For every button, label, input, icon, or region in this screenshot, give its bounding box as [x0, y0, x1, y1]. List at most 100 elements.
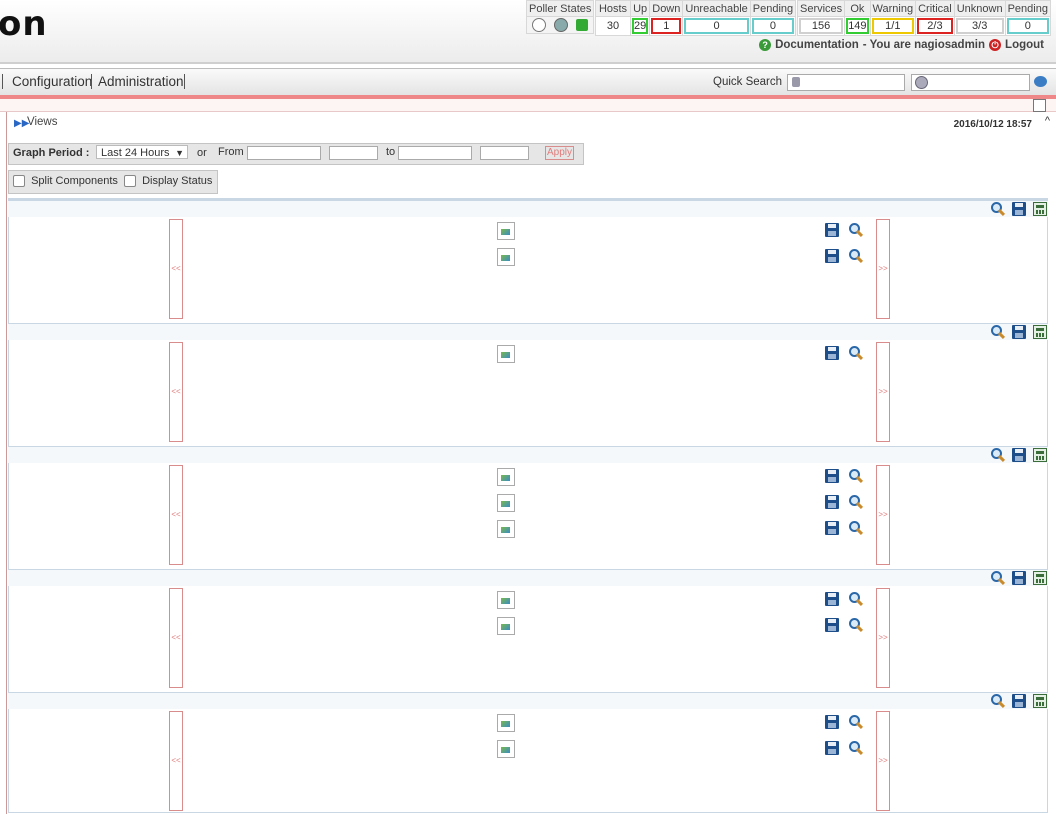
zoom-graph-icon[interactable] [849, 715, 863, 729]
save-graph-icon[interactable] [825, 592, 839, 606]
zoom-icon[interactable] [991, 325, 1005, 339]
services-total[interactable]: 156 [799, 18, 844, 34]
csv-export-icon[interactable] [1033, 448, 1047, 462]
save-icon[interactable] [1012, 325, 1026, 339]
service-search-input[interactable] [911, 74, 1030, 91]
graph-image [497, 740, 515, 758]
split-components-checkbox[interactable] [13, 175, 25, 188]
zoom-graph-icon[interactable] [849, 521, 863, 535]
search-go-icon[interactable] [1034, 76, 1047, 87]
display-status-checkbox[interactable] [124, 175, 136, 188]
next-period-button[interactable]: >> [876, 588, 890, 688]
menu-item-administration[interactable]: Administration [98, 74, 184, 89]
graph-image [497, 714, 515, 732]
from-time-input[interactable] [329, 146, 378, 160]
zoom-icon[interactable] [991, 448, 1005, 462]
panel-header [8, 692, 1048, 709]
panel-header [8, 569, 1048, 586]
save-graph-icon[interactable] [825, 715, 839, 729]
csv-export-icon[interactable] [1033, 202, 1047, 216]
prev-period-button[interactable]: << [169, 219, 183, 319]
save-graph-icon[interactable] [825, 469, 839, 483]
save-icon[interactable] [1012, 571, 1026, 585]
hosts-up-count[interactable]: 29 [632, 18, 649, 34]
graph-image [497, 248, 515, 266]
services-pending-count[interactable]: 0 [1006, 18, 1049, 34]
zoom-graph-icon[interactable] [849, 469, 863, 483]
save-graph-icon[interactable] [825, 495, 839, 509]
menu-separator [2, 74, 3, 89]
zoom-icon[interactable] [991, 571, 1005, 585]
hosts-pending-label: Pending [749, 0, 797, 17]
hosts-unreachable-count[interactable]: 0 [684, 18, 749, 34]
menu-item-configuration[interactable]: Configuration [12, 74, 92, 89]
graph-image [497, 222, 515, 240]
next-period-button[interactable]: >> [876, 219, 890, 319]
hosts-pending-count[interactable]: 0 [751, 18, 795, 34]
prev-period-button[interactable]: << [169, 588, 183, 688]
user-bar: ? Documentation - You are nagiosadmin ⏻ … [759, 39, 1044, 51]
hosts-down-count[interactable]: 1 [651, 18, 682, 34]
period-select[interactable]: Last 24 Hours ▼ [96, 145, 188, 159]
toggle-menu-icon[interactable] [1033, 99, 1046, 112]
csv-export-icon[interactable] [1033, 571, 1047, 585]
services-unknown-label: Unknown [953, 0, 1006, 17]
collapse-chevron-icon[interactable]: ^ [1045, 115, 1050, 127]
save-graph-icon[interactable] [825, 521, 839, 535]
display-status-option[interactable]: Display Status [124, 175, 212, 188]
views-title: Views [27, 116, 58, 128]
panel-header [8, 323, 1048, 340]
hosts-down-label: Down [649, 0, 684, 17]
from-date-input[interactable] [247, 146, 321, 160]
to-date-input[interactable] [398, 146, 472, 160]
services-ok-count[interactable]: 149 [846, 18, 869, 34]
save-icon[interactable] [1012, 202, 1026, 216]
save-icon[interactable] [1012, 448, 1026, 462]
next-period-button[interactable]: >> [876, 711, 890, 811]
graph-image [497, 494, 515, 512]
prev-period-button[interactable]: << [169, 465, 183, 565]
database-status-icon[interactable] [532, 18, 547, 32]
zoom-graph-icon[interactable] [849, 495, 863, 509]
hosts-up-label: Up [629, 0, 651, 17]
hosts-total[interactable]: 30 [597, 18, 629, 34]
save-icon[interactable] [1012, 694, 1026, 708]
logo: on [0, 4, 48, 44]
gear-status-icon[interactable] [554, 18, 569, 32]
documentation-link[interactable]: Documentation [775, 39, 859, 51]
save-graph-icon[interactable] [825, 741, 839, 755]
csv-export-icon[interactable] [1033, 325, 1047, 339]
zoom-graph-icon[interactable] [849, 592, 863, 606]
zoom-graph-icon[interactable] [849, 741, 863, 755]
quick-search-label: Quick Search [713, 76, 783, 88]
graphs-container [8, 198, 1048, 813]
hosts-stats: Hosts Up Down Unreachable Pending 30 29 … [595, 0, 797, 36]
quick-search-input[interactable] [787, 74, 905, 91]
zoom-graph-icon[interactable] [849, 346, 863, 360]
to-time-input[interactable] [480, 146, 529, 160]
split-components-option[interactable]: Split Components [13, 175, 118, 188]
zoom-graph-icon[interactable] [849, 249, 863, 263]
prev-period-button[interactable]: << [169, 711, 183, 811]
next-period-button[interactable]: >> [876, 465, 890, 565]
csv-export-icon[interactable] [1033, 694, 1047, 708]
services-warning-count[interactable]: 1/1 [871, 18, 915, 34]
save-graph-icon[interactable] [825, 346, 839, 360]
services-unknown-count[interactable]: 3/3 [955, 18, 1004, 34]
to-label: to [386, 146, 396, 158]
zoom-graph-icon[interactable] [849, 618, 863, 632]
zoom-graph-icon[interactable] [849, 223, 863, 237]
zoom-icon[interactable] [991, 694, 1005, 708]
poller-status-icon[interactable] [576, 19, 589, 31]
services-warning-label: Warning [869, 0, 917, 17]
save-graph-icon[interactable] [825, 249, 839, 263]
save-graph-icon[interactable] [825, 618, 839, 632]
logout-link[interactable]: Logout [1005, 39, 1044, 51]
next-period-button[interactable]: >> [876, 342, 890, 442]
user-text: - You are nagiosadmin [862, 39, 986, 51]
apply-button[interactable]: Apply [545, 146, 575, 160]
prev-period-button[interactable]: << [169, 342, 183, 442]
save-graph-icon[interactable] [825, 223, 839, 237]
zoom-icon[interactable] [991, 202, 1005, 216]
services-critical-count[interactable]: 2/3 [917, 18, 953, 34]
